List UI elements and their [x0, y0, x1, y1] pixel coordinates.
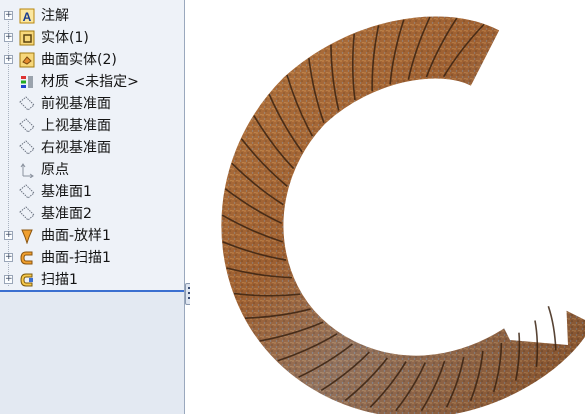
plane-icon — [19, 184, 35, 199]
tree-item-origin[interactable]: 原点 — [0, 159, 184, 181]
tree-item-top-plane[interactable]: 上视基准面 — [0, 115, 184, 137]
expand-toggle[interactable]: + — [4, 55, 13, 64]
solid-body-icon — [19, 30, 35, 46]
tree-item-surface-bodies[interactable]: + 曲面实体(2) — [0, 49, 184, 71]
tree-item-label: 曲面-扫描1 — [41, 250, 111, 266]
plane-icon — [19, 118, 35, 133]
tree-item-label: 右视基准面 — [41, 140, 111, 156]
expand-toggle[interactable]: + — [4, 11, 13, 20]
annotation-icon: A — [19, 8, 35, 24]
tree-item-label: 前视基准面 — [41, 96, 111, 112]
surface-body-icon — [19, 52, 35, 68]
expand-toggle[interactable]: + — [4, 253, 13, 262]
plane-icon — [19, 140, 35, 155]
tree-item-surface-loft1[interactable]: + 曲面-放样1 — [0, 225, 184, 247]
tree-item-label: 曲面实体(2) — [41, 52, 117, 68]
tree-item-label: 基准面1 — [41, 184, 92, 200]
rope-body — [221, 16, 585, 418]
sweep-icon — [20, 273, 33, 287]
tree-item-label: 材质 <未指定> — [41, 74, 139, 90]
origin-icon — [20, 163, 34, 178]
plane-icon — [19, 96, 35, 111]
expand-toggle[interactable]: + — [4, 33, 13, 42]
tree-item-label: 扫描1 — [41, 272, 78, 288]
material-icon — [21, 76, 33, 88]
tree-item-sweep1[interactable]: + 扫描1 — [0, 269, 184, 291]
tree-empty-area — [0, 292, 184, 414]
feature-manager-tree: + A 注解 + 实体(1) + 曲面实体(2) 材质 <未指定> 前视基准面 … — [0, 0, 185, 414]
graphics-viewport[interactable] — [190, 0, 585, 418]
tree-item-right-plane[interactable]: 右视基准面 — [0, 137, 184, 159]
tree-item-surface-sweep1[interactable]: + 曲面-扫描1 — [0, 247, 184, 269]
loft-surface-icon — [21, 229, 33, 244]
tree-item-annotations[interactable]: + A 注解 — [0, 5, 184, 27]
tree-item-plane2[interactable]: 基准面2 — [0, 203, 184, 225]
tree-item-material[interactable]: 材质 <未指定> — [0, 71, 184, 93]
plane-icon — [19, 206, 35, 221]
tree-item-label: 上视基准面 — [41, 118, 111, 134]
svg-text:A: A — [23, 10, 32, 24]
sweep-surface-icon — [20, 251, 33, 265]
expand-toggle[interactable]: + — [4, 231, 13, 240]
tree-item-label: 基准面2 — [41, 206, 92, 222]
twisted-rope-model — [221, 16, 585, 418]
tree-item-plane1[interactable]: 基准面1 — [0, 181, 184, 203]
tree-item-label: 注解 — [41, 8, 69, 24]
tree-item-label: 实体(1) — [41, 30, 89, 46]
tree-item-label: 原点 — [41, 162, 69, 178]
tree-item-front-plane[interactable]: 前视基准面 — [0, 93, 184, 115]
expand-toggle[interactable]: + — [4, 275, 13, 284]
tree-item-label: 曲面-放样1 — [41, 228, 111, 244]
tree-item-solid-bodies[interactable]: + 实体(1) — [0, 27, 184, 49]
